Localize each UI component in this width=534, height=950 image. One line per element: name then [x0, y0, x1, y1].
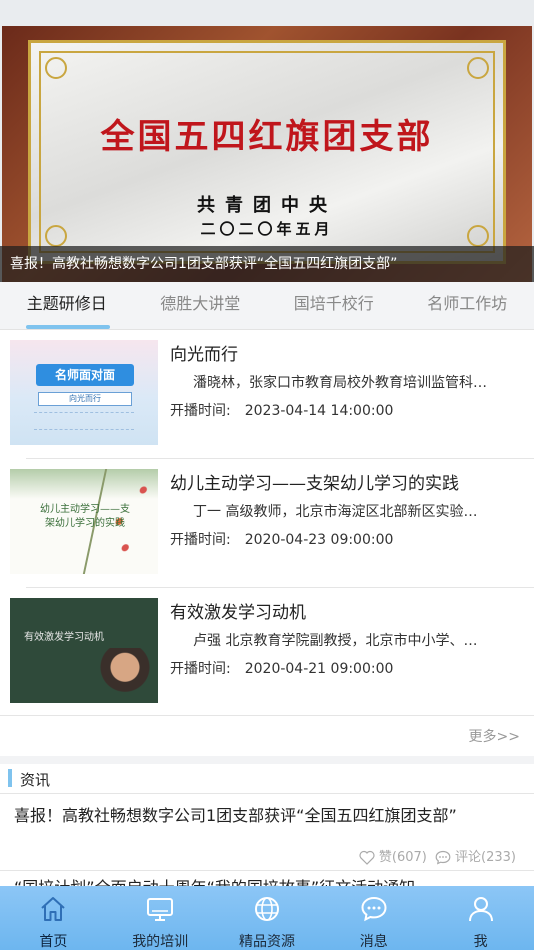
course-time: 开播时间: 2020-04-21 09:00:00	[170, 661, 394, 677]
comment-button[interactable]: 评论(233)	[435, 846, 516, 865]
nav-label: 精品资源	[238, 934, 295, 950]
nav-me[interactable]: 我	[427, 886, 534, 950]
user-icon	[468, 897, 493, 922]
plaque-org: 共青团中央	[197, 195, 337, 216]
news-section-header: 资讯	[0, 764, 534, 794]
course-time: 开播时间: 2020-04-23 09:00:00	[170, 532, 394, 548]
news-meta: 赞(607) 评论(233)	[359, 846, 516, 865]
home-icon	[41, 897, 66, 921]
comment-icon	[435, 850, 451, 865]
nav-home[interactable]: 首页	[0, 886, 107, 950]
nav-resources[interactable]: 精品资源	[214, 886, 321, 950]
nav-my-training[interactable]: 我的培训	[107, 886, 214, 950]
course-desc: 潘晓林，张家口市教育局校外教育培训监管科…	[193, 375, 487, 391]
like-button[interactable]: 赞(607)	[359, 846, 427, 865]
course-item[interactable]: 幼儿主动学习——支架幼儿学习的实践 幼儿主动学习——支架幼儿学习的实践 丁一 高…	[0, 459, 534, 587]
monitor-icon	[147, 898, 174, 921]
course-title: 幼儿主动学习——支架幼儿学习的实践	[170, 474, 459, 494]
news-title: 喜报！高教社畅想数字公司1团支部获评“全国五四红旗团支部”	[14, 806, 457, 825]
plaque-title: 全国五四红旗团支部	[100, 117, 434, 157]
more-row: 更多>>	[0, 716, 534, 756]
nav-label: 首页	[39, 934, 68, 950]
thumbnail-badge: 名师面对面	[36, 364, 134, 386]
banner-caption[interactable]: 喜报！高教社畅想数字公司1团支部获评“全国五四红旗团支部”	[0, 246, 534, 282]
heart-icon	[359, 850, 375, 865]
tab-theme-study-day[interactable]: 主题研修日	[0, 282, 134, 329]
course-thumbnail: 名师面对面 向光而行	[10, 340, 158, 445]
globe-icon	[254, 897, 279, 921]
tab-guopei-tour[interactable]: 国培千校行	[267, 282, 401, 329]
nav-label: 消息	[359, 934, 388, 950]
course-desc: 丁一 高级教师，北京市海淀区北部新区实验…	[193, 504, 478, 520]
news-section-label: 资讯	[20, 771, 51, 789]
chat-icon	[361, 896, 387, 922]
banner-carousel[interactable]: 全国五四红旗团支部 共青团中央 二〇二〇年五月 喜报！高教社畅想数字公司1团支部…	[0, 0, 534, 282]
course-thumbnail: 有效激发学习动机	[10, 598, 158, 703]
news-item[interactable]: 喜报！高教社畅想数字公司1团支部获评“全国五四红旗团支部” 赞(607) 评论(…	[0, 794, 534, 870]
tab-desheng-lecture[interactable]: 德胜大讲堂	[134, 282, 268, 329]
category-tabs: 主题研修日 德胜大讲堂 国培千校行 名师工作坊	[0, 282, 534, 330]
course-desc: 卢强 北京教育学院副教授，北京市中小学、…	[193, 633, 478, 649]
course-thumbnail: 幼儿主动学习——支架幼儿学习的实践	[10, 469, 158, 574]
nav-label: 我	[473, 934, 488, 950]
nav-label: 我的培训	[132, 934, 189, 950]
comment-count: 评论(233)	[455, 850, 516, 865]
course-title: 有效激发学习动机	[170, 603, 306, 623]
course-title: 向光而行	[170, 345, 238, 365]
tab-famous-teacher-studio[interactable]: 名师工作坊	[401, 282, 534, 329]
course-item[interactable]: 名师面对面 向光而行 向光而行 潘晓林，张家口市教育局校外教育培训监管科… 开播…	[0, 330, 534, 458]
more-link[interactable]: 更多>>	[469, 726, 520, 746]
bottom-navigation: 首页 我的培训 精品资源 消息 我	[0, 886, 534, 950]
course-item[interactable]: 有效激发学习动机 有效激发学习动机 卢强 北京教育学院副教授，北京市中小学、… …	[0, 588, 534, 716]
plaque-date: 二〇二〇年五月	[200, 220, 334, 238]
banner-image: 全国五四红旗团支部 共青团中央 二〇二〇年五月	[2, 26, 532, 282]
nav-messages[interactable]: 消息	[320, 886, 427, 950]
course-time: 开播时间: 2023-04-14 14:00:00	[170, 403, 394, 419]
like-count: 赞(607)	[378, 850, 427, 865]
